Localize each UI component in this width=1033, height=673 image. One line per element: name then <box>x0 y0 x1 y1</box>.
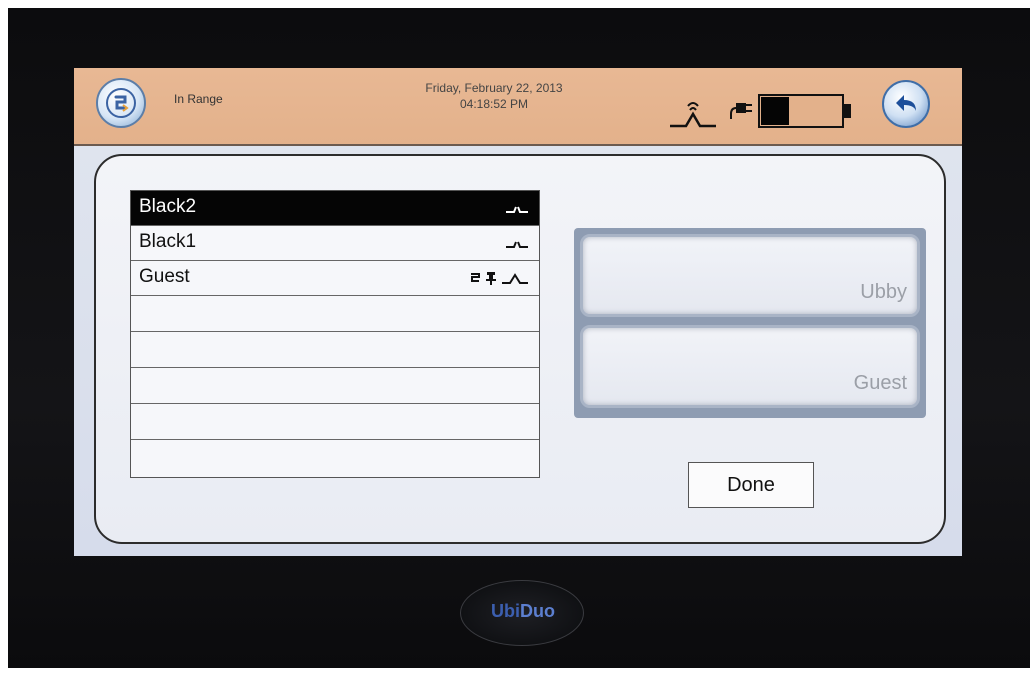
brand-name-part1: Ubi <box>491 601 520 621</box>
signal-icon <box>506 206 528 213</box>
ubby-button-label: Ubby <box>860 281 907 303</box>
ubby-button[interactable]: Ubby <box>580 234 920 317</box>
signal-icon <box>670 102 716 128</box>
main-content: Black2 Black1 Guest Ubby Guest Done <box>74 146 962 556</box>
empty-list-row <box>131 440 539 476</box>
main-panel: Black2 Black1 Guest Ubby Guest Done <box>94 154 946 544</box>
app-logo-icon[interactable] <box>96 78 146 128</box>
screen: In Range Friday, February 22, 2013 04:18… <box>74 68 962 556</box>
guest-button-label: Guest <box>853 372 907 394</box>
date-text: Friday, February 22, 2013 <box>425 81 563 95</box>
empty-list-row <box>131 404 539 440</box>
list-item-guest[interactable]: Guest <box>131 261 539 296</box>
device-list: Black2 Black1 Guest <box>130 190 540 478</box>
list-item-label: Guest <box>139 266 190 287</box>
connection-status: In Range <box>174 92 223 106</box>
connection-buttons: Ubby Guest <box>574 228 926 418</box>
pin-icon <box>486 272 496 285</box>
brand-logo: UbiDuo <box>460 580 584 646</box>
time-text: 04:18:52 PM <box>459 97 529 111</box>
device-frame: In Range Friday, February 22, 2013 04:18… <box>8 8 1030 668</box>
empty-list-row <box>131 368 539 404</box>
empty-list-row <box>131 296 539 332</box>
brand-name-part2: Duo <box>520 601 555 621</box>
signal-icon <box>506 241 528 248</box>
empty-list-row <box>131 332 539 368</box>
status-bar: In Range Friday, February 22, 2013 04:18… <box>74 68 962 146</box>
list-item-label: Black1 <box>139 231 197 252</box>
back-arrow-icon <box>896 95 916 111</box>
datetime: Friday, February 22, 2013 04:18:52 PM <box>374 80 614 112</box>
battery-icon <box>758 94 851 128</box>
list-item-black1[interactable]: Black1 <box>131 226 539 261</box>
sync-icon <box>471 273 480 282</box>
list-item-black2[interactable]: Black2 <box>131 191 539 226</box>
guest-button[interactable]: Guest <box>580 325 920 408</box>
list-item-label: Black2 <box>139 196 197 217</box>
done-button[interactable]: Done <box>688 462 814 508</box>
plug-icon <box>730 103 752 119</box>
back-button[interactable] <box>882 80 930 128</box>
signal-icon <box>502 273 528 284</box>
